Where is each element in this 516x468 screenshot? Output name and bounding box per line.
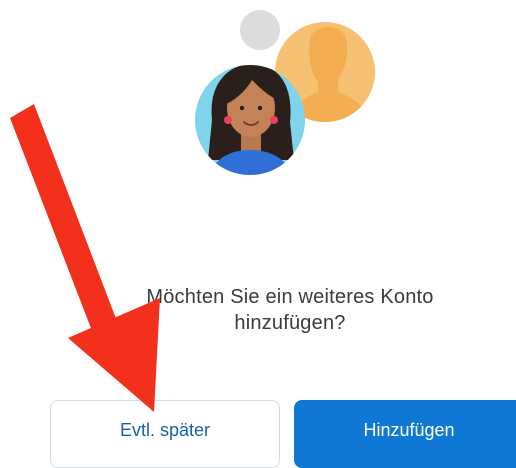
prompt-line-2: hinzufügen? — [234, 312, 346, 334]
add-account-label: Hinzufügen — [363, 419, 455, 440]
maybe-later-label: Evtl. später — [119, 419, 211, 440]
add-account-prompt: Möchten Sie ein weiteres Konto hinzufüge… — [100, 284, 480, 336]
add-account-button[interactable]: Hinzufügen — [294, 400, 516, 468]
placeholder-dot-icon — [240, 10, 280, 50]
prompt-line-1: Möchten Sie ein weiteres Konto — [146, 286, 434, 308]
user-avatar-icon — [195, 65, 305, 175]
maybe-later-button[interactable]: Evtl. später — [50, 400, 280, 468]
add-account-illustration — [195, 10, 375, 175]
